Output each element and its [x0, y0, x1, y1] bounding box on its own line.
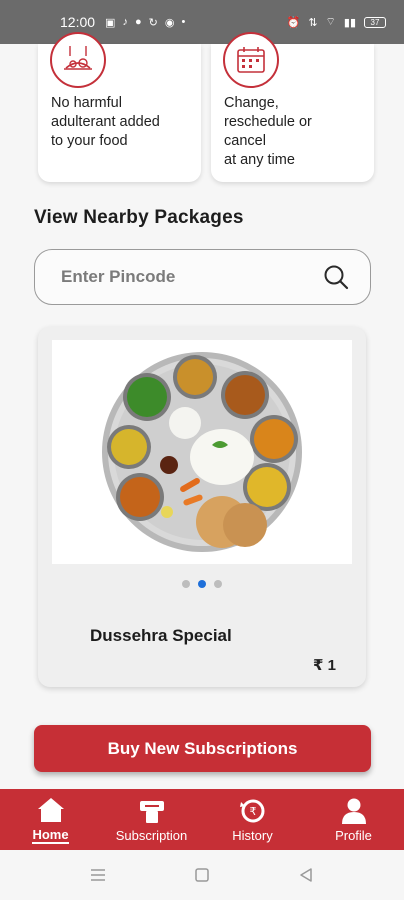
feature-line: Change, [224, 95, 279, 111]
notification-icons: ▣ ♪ ● ↻ ◉ • [105, 16, 185, 29]
alarm-icon: ⏰ [286, 16, 301, 29]
history-icon: ₹ [238, 796, 268, 826]
status-time: 12:00 [60, 14, 96, 30]
feature-line: No harmful [51, 95, 122, 111]
buy-new-subscriptions-button[interactable]: Buy New Subscriptions [34, 725, 371, 772]
nav-label: Profile [335, 828, 372, 843]
nav-label: History [232, 828, 273, 843]
feature-line: at any time [224, 152, 295, 168]
more-dot-icon: • [181, 16, 186, 28]
carousel-dots [38, 580, 366, 588]
nav-item-history[interactable]: ₹ History [202, 789, 303, 850]
pincode-input[interactable] [61, 267, 322, 287]
package-name: Dussehra Special [90, 626, 232, 645]
carousel-dot[interactable] [214, 580, 222, 588]
nav-item-profile[interactable]: Profile [303, 789, 404, 850]
profile-icon [339, 796, 369, 826]
system-navigation-bar [0, 850, 404, 900]
home-square-icon[interactable] [193, 866, 211, 884]
system-status-icons: ⏰ ⇅ ⌔ ▮▮ 37 [287, 15, 386, 29]
nav-label: Home [32, 827, 69, 844]
subscription-icon [137, 796, 167, 826]
message-icon: ▣ [105, 16, 116, 29]
package-card[interactable]: Dussehra Special ₹ 1 [38, 327, 366, 687]
chat-icon: ● [134, 16, 142, 28]
wifi-icon: ⌔ [325, 16, 336, 28]
nav-item-subscription[interactable]: Subscription [101, 789, 202, 850]
pincode-search-box[interactable] [34, 249, 371, 305]
calendar-icon [223, 32, 279, 88]
svg-text:₹: ₹ [249, 805, 256, 818]
nav-label: Subscription [115, 828, 188, 843]
data-icon: ⇅ [308, 16, 318, 29]
feature-line: adulterant added [51, 114, 160, 130]
feature-text: No harmful adulterant added to your food [51, 94, 193, 151]
sync-icon: ↻ [148, 16, 158, 29]
back-triangle-icon[interactable] [297, 866, 315, 884]
battery-icon: 37 [364, 16, 386, 28]
package-price: ₹ 1 [313, 657, 336, 674]
nav-item-home[interactable]: Home [0, 789, 101, 850]
home-icon [36, 795, 66, 825]
feature-line: to your food [51, 133, 128, 149]
app-icon: ◉ [164, 16, 175, 29]
carousel-dot-active[interactable] [198, 580, 206, 588]
food-plate-icon [50, 32, 106, 88]
section-title-nearby-packages: View Nearby Packages [34, 207, 244, 228]
bottom-navigation: Home Subscription ₹ History Profile [0, 789, 404, 850]
feature-text: Change, reschedule or cancel at any time [224, 94, 366, 170]
app-screen: 12:00 ▣ ♪ ● ↻ ◉ • ⏰ ⇅ ⌔ ▮▮ 37 No harmful… [0, 0, 404, 900]
feature-line: cancel [224, 133, 266, 149]
recents-menu-icon[interactable] [89, 866, 107, 884]
feature-cards: No harmful adulterant added to your food [38, 32, 374, 182]
carousel-dot[interactable] [182, 580, 190, 588]
feature-card-reschedule: Change, reschedule or cancel at any time [211, 32, 374, 182]
feature-line: reschedule or [224, 114, 312, 130]
feature-card-no-adulterant: No harmful adulterant added to your food [38, 32, 201, 182]
signal-icon: ▮▮ [343, 16, 356, 29]
thali-plate-image [102, 352, 302, 552]
music-icon: ♪ [122, 16, 128, 28]
package-image-thali[interactable] [52, 340, 352, 564]
search-icon[interactable] [322, 263, 350, 291]
